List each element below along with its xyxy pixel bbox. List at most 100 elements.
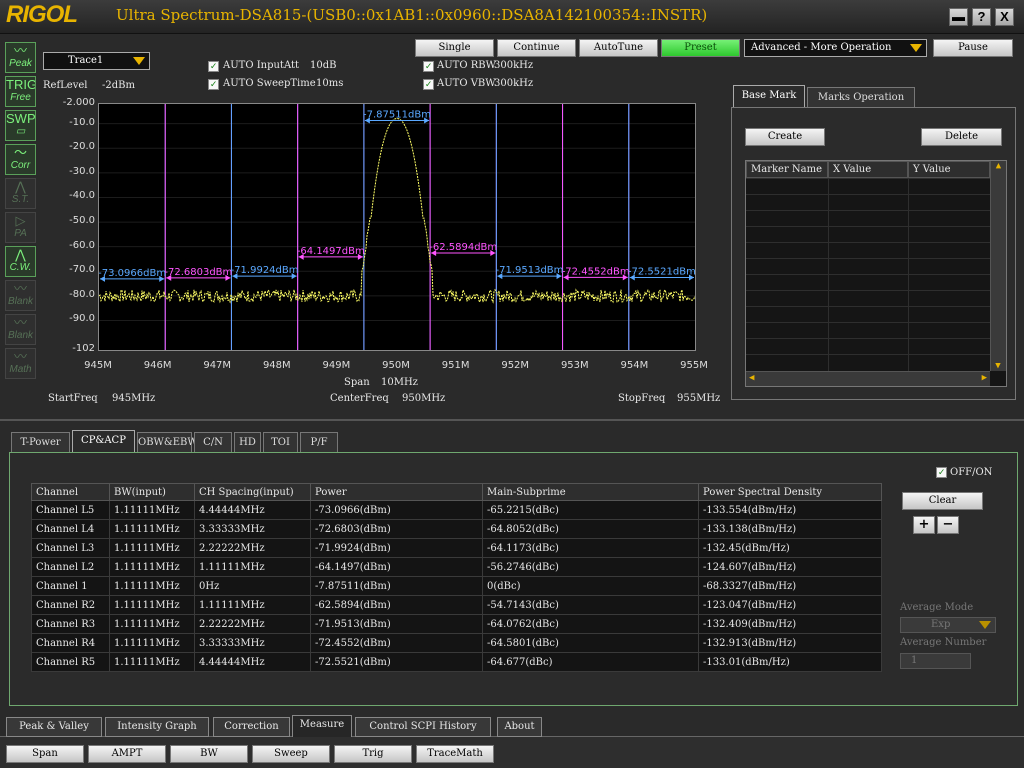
side-icon-1[interactable]: TRIG Free [5, 76, 36, 107]
continue-button[interactable]: Continue [497, 39, 576, 57]
function-button-2[interactable]: BW [170, 745, 248, 763]
auto-inputatt-value: 10dB [310, 60, 337, 71]
marker-grid-line [746, 306, 990, 307]
side-icon-3[interactable]: 〜 Corr [5, 144, 36, 175]
tab-measure-5[interactable]: TOI [263, 432, 298, 452]
scroll-up-icon[interactable]: ▲ [991, 161, 1006, 171]
table-row[interactable]: Channel R3 1.11111MHz 2.22222MHz -71.9513(d… [31, 614, 882, 634]
mode-icon: 〰 [13, 281, 27, 296]
function-button-3[interactable]: Sweep [252, 745, 330, 763]
stopfreq-label: StopFreq [618, 393, 666, 404]
bottom-tab-0[interactable]: Peak & Valley [6, 717, 102, 737]
bottom-tab-1[interactable]: Intensity Graph [105, 717, 209, 737]
bottom-tab-3[interactable]: Measure [292, 715, 352, 737]
acp-col-header: Power Spectral Density [698, 483, 882, 501]
close-button[interactable]: X [995, 8, 1014, 26]
minimize-button[interactable]: ▬ [949, 8, 968, 26]
acp-cell: -71.9924(dBm) [310, 538, 483, 558]
bottom-tab-5[interactable]: About [497, 717, 542, 737]
mode-icon: 〰 [13, 349, 27, 364]
auto-sweeptime-checkbox[interactable]: ✓ [208, 79, 219, 90]
table-row[interactable]: Channel R4 1.11111MHz 3.33333MHz -72.4552(d… [31, 633, 882, 653]
startfreq-value: 945MHz [112, 393, 156, 404]
side-icon-7[interactable]: 〰 Blank [5, 280, 36, 311]
table-row[interactable]: Channel 1 1.11111MHz 0Hz -7.87511(dBm) 0(dBc… [31, 576, 882, 596]
acp-cell: -64.8052(dBc) [482, 519, 699, 539]
delete-marker-button[interactable]: Delete [921, 128, 1002, 146]
side-icon-2[interactable]: SWP ▭ [5, 110, 36, 141]
acp-table: Channel BW(input) CH Spacing(input) Power Ma… [31, 483, 882, 672]
side-icon-9[interactable]: 〰 Math [5, 348, 36, 379]
pause-button[interactable]: Pause [933, 39, 1013, 57]
table-row[interactable]: Channel L4 1.11111MHz 3.33333MHz -72.6803(d… [31, 519, 882, 539]
side-icon-8[interactable]: 〰 Blank [5, 314, 36, 345]
centerfreq-label: CenterFreq [330, 393, 389, 404]
auto-rbw-checkbox[interactable]: ✓ [423, 61, 434, 72]
table-row[interactable]: Channel R2 1.11111MHz 1.11111MHz -62.5894(d… [31, 595, 882, 615]
marker-hscrollbar[interactable]: ◀ ▶ [746, 371, 990, 386]
tab-marks-operation[interactable]: Marks Operation [807, 87, 915, 107]
channel-power-label: -72.4552dBm [562, 266, 630, 277]
scroll-down-icon[interactable]: ▼ [991, 361, 1005, 371]
acp-cell: 0Hz [194, 576, 311, 596]
clear-button[interactable]: Clear [902, 492, 983, 510]
reflevel-label: RefLevel [43, 80, 88, 91]
tab-measure-6[interactable]: P/F [300, 432, 338, 452]
reflevel-value: -2dBm [102, 80, 135, 91]
tab-measure-0[interactable]: T-Power [11, 432, 70, 452]
side-icon-0[interactable]: 〰 Peak [5, 42, 36, 73]
acp-cell: -72.5521(dBm) [310, 652, 483, 672]
mode-icon: 〰 [13, 315, 27, 330]
create-marker-button[interactable]: Create [745, 128, 825, 146]
autotune-button[interactable]: AutoTune [579, 39, 658, 57]
add-button[interactable]: + [913, 516, 935, 534]
channel-power-label: -72.5521dBm [628, 267, 695, 278]
remove-button[interactable]: − [937, 516, 959, 534]
tab-measure-3[interactable]: C/N [194, 432, 232, 452]
single-button[interactable]: Single [415, 39, 494, 57]
acp-col-header: Power [310, 483, 483, 501]
channel-power-label: -73.0966dBm [99, 268, 166, 279]
marker-vscrollbar[interactable]: ▲ ▼ [990, 161, 1006, 371]
trace-select-value: Trace1 [68, 55, 104, 66]
spectrum-plot[interactable]: -73.0966dBm -72.6803dBm -71.9924dBm -64.149… [98, 103, 696, 351]
side-icon-label: C.W. [9, 262, 32, 273]
bottom-tab-4[interactable]: Control SCPI History [355, 717, 491, 737]
side-icon-5[interactable]: ▷ PA [5, 212, 36, 243]
function-button-5[interactable]: TraceMath [416, 745, 494, 763]
bottom-tab-2[interactable]: Correction [213, 717, 290, 737]
auto-vbw-checkbox[interactable]: ✓ [423, 79, 434, 90]
preset-button[interactable]: Preset [661, 39, 740, 57]
side-icon-6[interactable]: ⋀ C.W. [5, 246, 36, 277]
tab-measure-4[interactable]: HD [234, 432, 261, 452]
side-icon-4[interactable]: ⋀ S.T. [5, 178, 36, 209]
function-button-0[interactable]: Span [6, 745, 84, 763]
acp-cell: -124.607(dBm/Hz) [698, 557, 882, 577]
offon-checkbox[interactable]: ✓ [936, 467, 947, 478]
side-icon-label: Peak [9, 58, 32, 69]
acp-cell: Channel L2 [31, 557, 110, 577]
channel-power-label: -62.5894dBm [429, 242, 497, 253]
tab-measure-1[interactable]: CP&ACP [72, 430, 135, 452]
trace-select[interactable]: Trace1 [43, 52, 150, 70]
table-row[interactable]: Channel L5 1.11111MHz 4.44444MHz -73.0966(d… [31, 500, 882, 520]
function-button-1[interactable]: AMPT [88, 745, 166, 763]
auto-inputatt-checkbox[interactable]: ✓ [208, 61, 219, 72]
marker-table[interactable]: Marker Name X Value Y Value ▲ ▼ ◀ ▶ [745, 160, 1007, 387]
tab-measure-2[interactable]: OBW&EBW [137, 432, 198, 452]
acp-cell: -7.87511(dBm) [310, 576, 483, 596]
scroll-right-icon[interactable]: ▶ [982, 373, 987, 383]
table-row[interactable]: Channel R5 1.11111MHz 4.44444MHz -72.5521(d… [31, 652, 882, 672]
mode-select[interactable]: Advanced - More Operation [744, 39, 927, 57]
avg-number-input[interactable]: 1 [900, 653, 971, 669]
table-row[interactable]: Channel L3 1.11111MHz 2.22222MHz -71.9924(d… [31, 538, 882, 558]
help-button[interactable]: ? [972, 8, 991, 26]
scroll-left-icon[interactable]: ◀ [749, 373, 754, 383]
mode-icon: TRIG [6, 77, 36, 92]
tab-base-mark[interactable]: Base Mark [733, 85, 805, 107]
marker-grid-line [746, 178, 990, 179]
function-button-4[interactable]: Trig [334, 745, 412, 763]
avg-mode-select[interactable]: Exp [900, 617, 996, 633]
table-row[interactable]: Channel L2 1.11111MHz 1.11111MHz -64.1497(d… [31, 557, 882, 577]
side-icon-label: PA [14, 228, 27, 239]
